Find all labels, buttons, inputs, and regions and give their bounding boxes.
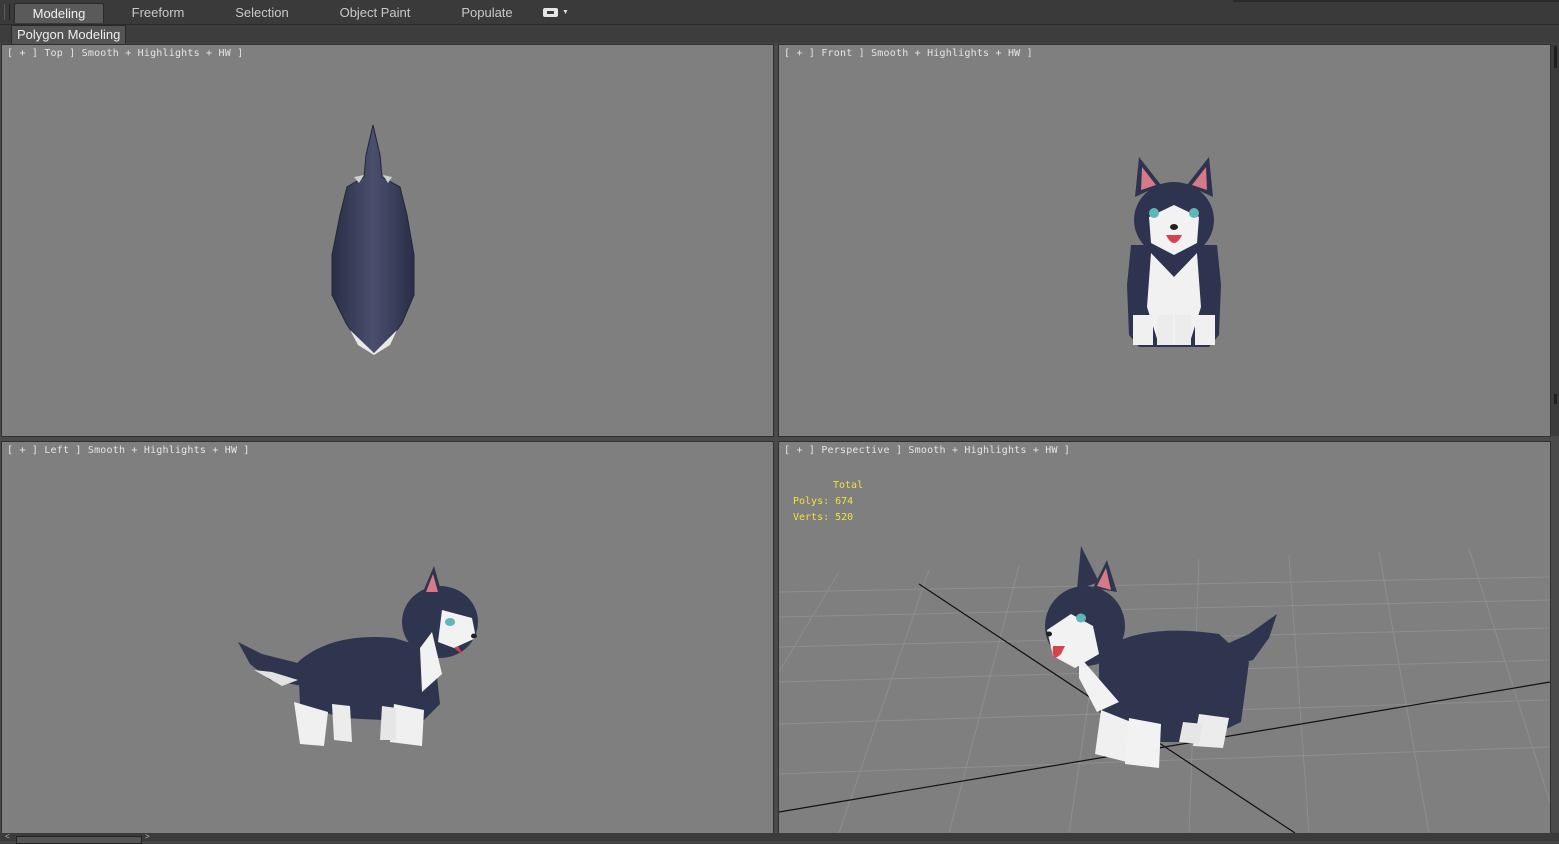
ribbon-divider xyxy=(1233,0,1559,2)
time-slider[interactable] xyxy=(16,836,142,844)
husky-left-view xyxy=(238,566,478,746)
polygon-modeling-button[interactable]: Polygon Modeling xyxy=(11,25,127,44)
time-prev-icon[interactable]: < xyxy=(5,833,10,841)
time-slider-bar: < > xyxy=(0,833,1559,844)
viewport-front[interactable]: [ + ] Front ] Smooth + Highlights + HW ] xyxy=(778,44,1551,437)
tab-freeform[interactable]: Freeform xyxy=(115,3,201,22)
ribbon-tab-bar: Modeling Freeform Selection Object Paint… xyxy=(0,0,1559,25)
ribbon-panel: Polygon Modeling xyxy=(0,25,1559,44)
husky-top-view xyxy=(331,124,415,355)
viewport-perspective[interactable]: [ + ] Perspective ] Smooth + Highlights … xyxy=(778,441,1551,834)
stats-polys: Polys: 674 xyxy=(793,496,854,507)
tab-populate[interactable]: Populate xyxy=(447,3,527,22)
ribbon-grip-handle[interactable] xyxy=(4,4,10,20)
stats-title: Total xyxy=(833,480,864,491)
viewport-label-perspective[interactable]: [ + ] Perspective ] Smooth + Highlights … xyxy=(784,445,1070,456)
husky-perspective-view xyxy=(779,546,1550,833)
tab-modeling[interactable]: Modeling xyxy=(14,3,104,23)
viewport-scrollbar[interactable] xyxy=(1551,44,1559,436)
husky-front-view xyxy=(1127,157,1221,347)
viewport-left[interactable]: [ + ] Left ] Smooth + Highlights + HW ] xyxy=(1,441,774,834)
time-next-icon[interactable]: > xyxy=(145,833,150,841)
tab-object-paint[interactable]: Object Paint xyxy=(327,3,423,22)
stats-verts: Verts: 520 xyxy=(793,512,854,523)
poly-stats-overlay: Total Polys: 674 Verts: 520 xyxy=(793,478,863,526)
tab-selection[interactable]: Selection xyxy=(218,3,306,22)
ribbon-options-icon[interactable]: ▼ xyxy=(543,8,569,18)
viewport-top[interactable]: [ + ] Top ] Smooth + Highlights + HW ] xyxy=(1,44,774,437)
